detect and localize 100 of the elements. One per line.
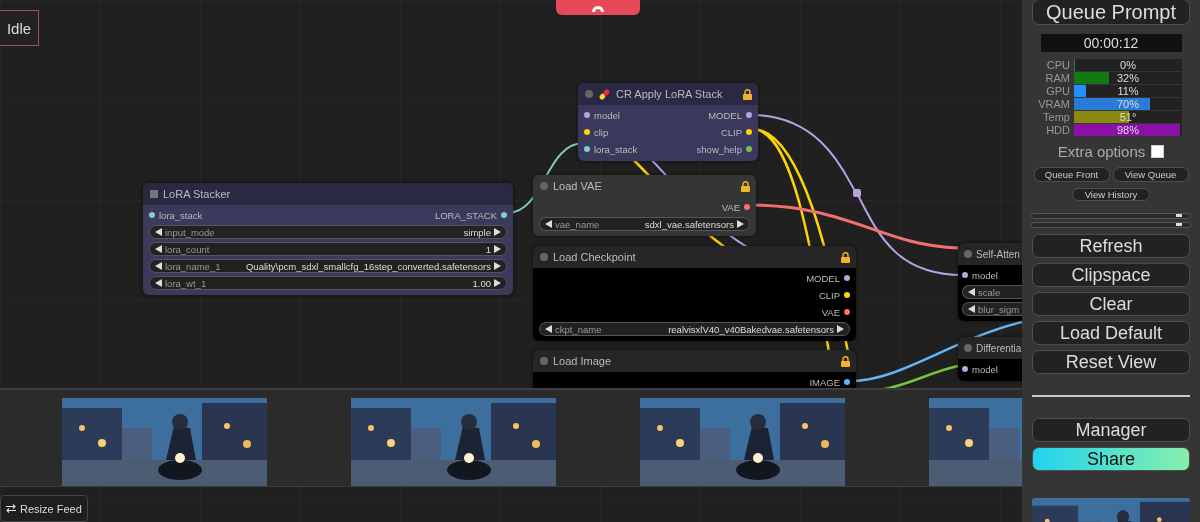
output-dot-icon[interactable] (844, 379, 850, 385)
toggle-button[interactable] (556, 0, 640, 15)
output-label: show_help (696, 143, 742, 155)
checkbox[interactable] (1151, 145, 1165, 158)
left-arrow-icon[interactable] (545, 325, 552, 333)
node-header[interactable]: Load Checkpoint (533, 246, 856, 268)
output-label: VAE (721, 201, 740, 213)
stat-value: 98% (1116, 124, 1140, 136)
resize-feed-button[interactable]: Resize Feed (0, 495, 88, 522)
node-header[interactable]: Load Image (533, 350, 856, 372)
right-arrow-icon[interactable] (737, 220, 744, 228)
left-arrow-icon[interactable] (545, 220, 552, 228)
widget-label: lora_wt_1 (165, 277, 208, 289)
input-dot-icon[interactable] (584, 129, 590, 135)
collapse-dot-icon[interactable] (540, 357, 548, 365)
combo-widget[interactable]: lora_name_1 Quality\pcm_sdxl_smallcfg_16step_converted.safetensors (149, 259, 507, 273)
menu-button[interactable]: Clear (1032, 292, 1190, 316)
combo-widget[interactable]: input_mode simple (149, 225, 507, 239)
menu-button[interactable]: Load Default (1032, 321, 1190, 345)
stat-label: GPU (1045, 85, 1070, 97)
output-dot-icon[interactable] (501, 212, 507, 218)
combo-widget[interactable]: ckpt_name realvisxlV40_v40Bakedvae.safetensors (539, 322, 850, 336)
padlock-icon (741, 180, 750, 192)
widget-label: vae_name (555, 218, 601, 230)
output-label: VAE (821, 306, 840, 318)
collapse-dot-icon[interactable] (585, 90, 593, 98)
option-label: Extra options (1057, 143, 1146, 160)
slider-track[interactable] (1031, 222, 1191, 228)
input-label: clip (594, 126, 609, 138)
combo-widget[interactable]: lora_wt_1 1.00 (149, 276, 507, 290)
padlock-icon (841, 251, 850, 263)
output-label: LORA_STACK (434, 209, 497, 221)
combo-widget[interactable]: lora_count 1 (149, 242, 507, 256)
timer-display: 00:00:12 (1040, 34, 1182, 52)
output-dot-icon[interactable] (744, 204, 750, 210)
widget-label: scale (978, 286, 1002, 298)
node-title: Load Checkpoint (553, 251, 637, 263)
output-dot-icon[interactable] (746, 112, 752, 118)
node-title: CR Apply LoRA Stack (616, 88, 724, 100)
node-title: Load VAE (553, 180, 603, 192)
input-label: lora_stack (594, 143, 638, 155)
padlock-icon (743, 88, 752, 100)
widget-value: 1.00 (472, 277, 491, 289)
combo-widget[interactable]: vae_name sdxl_vae.safetensors (539, 217, 750, 231)
right-arrow-icon[interactable] (494, 279, 501, 287)
node-title: Load Image (553, 355, 613, 367)
input-dot-icon[interactable] (149, 212, 155, 218)
widget-value: 1 (485, 243, 491, 255)
collapse-dot-icon[interactable] (540, 182, 548, 190)
queue-action-button[interactable]: Queue Front (1033, 167, 1110, 182)
output-dot-icon[interactable] (746, 146, 752, 152)
view-history-button[interactable]: View History (1072, 188, 1150, 201)
queue-action-button[interactable]: View Queue (1112, 167, 1189, 182)
input-label: model (972, 363, 998, 375)
stat-label: RAM (1044, 72, 1070, 84)
widget-value: simple (463, 226, 491, 238)
menu-button[interactable]: Refresh (1032, 234, 1190, 258)
node-header[interactable]: Self-Atten (958, 243, 1022, 265)
node-header[interactable]: CR Apply LoRA Stack (578, 83, 758, 105)
node-header[interactable]: LoRA Stacker (143, 183, 513, 205)
output-dot-icon[interactable] (746, 129, 752, 135)
widget-value: sdxl_vae.safetensors (644, 218, 734, 230)
collapse-dot-icon[interactable] (540, 253, 548, 261)
output-dot-icon[interactable] (844, 292, 850, 298)
slider-thumb[interactable] (1175, 223, 1182, 226)
output-label: CLIP (818, 289, 840, 301)
combo-widget[interactable]: blur_sigm (962, 302, 1022, 316)
combo-widget[interactable]: scale (962, 285, 1022, 299)
menu-button[interactable]: Clipspace (1032, 263, 1190, 287)
node-title: LoRA Stacker (163, 188, 232, 200)
stat-value: 51° (1118, 111, 1138, 123)
left-arrow-icon[interactable] (968, 305, 975, 313)
input-dot-icon[interactable] (584, 146, 590, 152)
swap-arrows-icon (6, 504, 16, 513)
node-header[interactable]: Load VAE (533, 175, 756, 197)
stat-value: 11% (1116, 85, 1140, 97)
input-dot-icon[interactable] (584, 112, 590, 118)
output-dot-icon[interactable] (844, 275, 850, 281)
widget-label: ckpt_name (555, 323, 603, 335)
stat-label: VRAM (1037, 98, 1070, 110)
node-header[interactable]: Differentia (958, 337, 1022, 359)
collapse-dot-icon[interactable] (964, 250, 972, 258)
queue-prompt-button[interactable]: Queue Prompt (1032, 0, 1190, 25)
input-label: model (594, 109, 620, 121)
right-arrow-icon[interactable] (837, 325, 844, 333)
input-dot-icon[interactable] (962, 366, 968, 372)
slider-track[interactable] (1031, 213, 1191, 219)
input-dot-icon[interactable] (962, 272, 968, 278)
stat-value: 32% (1116, 72, 1140, 84)
left-arrow-icon[interactable] (155, 279, 162, 287)
output-dot-icon[interactable] (844, 309, 850, 315)
menu-button[interactable]: Reset View (1032, 350, 1190, 374)
extension-button[interactable]: Manager (1032, 418, 1190, 442)
padlock-icon (841, 355, 850, 367)
extension-button[interactable]: Share (1032, 447, 1190, 471)
output-label: MODEL (708, 109, 742, 121)
slider-thumb[interactable] (1175, 214, 1182, 217)
collapse-dot-icon[interactable] (964, 344, 972, 352)
stat-value: 70% (1116, 98, 1140, 110)
widget-label: blur_sigm (978, 303, 1020, 315)
